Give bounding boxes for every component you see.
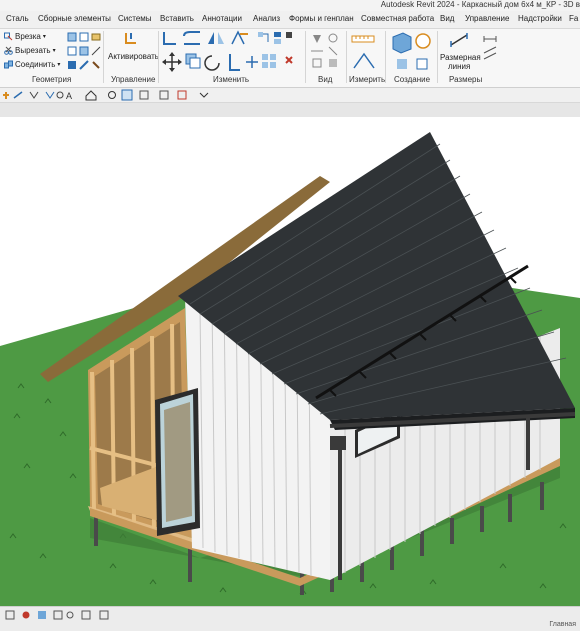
ribbon-tab-bar: Сталь Сборные элементы Системы Вставить …: [0, 11, 580, 29]
dimensions-panel-label: Размеры: [449, 75, 483, 84]
options-bar: [0, 103, 580, 117]
aligned-dimension-button[interactable]: Размерная линия: [439, 31, 481, 71]
tab-view[interactable]: Вид: [440, 14, 454, 23]
create-icon: [392, 32, 431, 70]
aligned-dimension-icon: [450, 33, 468, 47]
cut-out-label: Вырезать: [15, 46, 51, 55]
aligned-dimension-label-1: Размерная: [440, 53, 481, 62]
title-bar: Autodesk Revit 2024 - Каркасный дом 6х4 …: [0, 0, 580, 11]
create-panel-label: Создание: [394, 75, 431, 84]
tab-precast[interactable]: Сборные элементы: [38, 14, 111, 23]
tab-systems[interactable]: Системы: [118, 14, 152, 23]
cut-out-button[interactable]: Вырезать ▾: [4, 46, 56, 55]
cut-label: Врезка: [15, 32, 41, 41]
geometry-panel-label: Геометрия: [32, 75, 72, 84]
ribbon: Врезка ▾ Вырезать ▾ Соединить ▾ Геометрия А…: [0, 29, 580, 88]
join-button[interactable]: Соединить ▾: [4, 60, 60, 69]
join-label: Соединить: [15, 60, 56, 69]
modify-tools: [162, 30, 293, 72]
activate-label: Активировать: [108, 52, 159, 61]
activate-icon: [125, 33, 136, 44]
activate-button[interactable]: Активировать: [106, 31, 159, 71]
geometry-tools-icons: [67, 32, 101, 70]
dimension-tools: [483, 36, 497, 60]
view-icon: [311, 33, 338, 68]
svg-text:A: A: [66, 91, 72, 101]
quick-access-toolbar: A: [0, 88, 580, 103]
tab-manage[interactable]: Управление: [465, 14, 509, 23]
cut-button[interactable]: Врезка ▾: [4, 32, 46, 41]
control-panel-label: Управление: [111, 75, 156, 84]
house-model: [0, 132, 580, 606]
status-label: Главная: [549, 621, 576, 628]
view-panel-label: Вид: [318, 75, 333, 84]
aligned-dimension-label-2: линия: [448, 62, 471, 71]
view-control-icons: [5, 610, 109, 620]
tab-addins[interactable]: Надстройки: [518, 14, 562, 23]
tab-analyze[interactable]: Анализ: [253, 14, 280, 23]
tab-steel[interactable]: Сталь: [6, 14, 29, 23]
cut-icon: [4, 32, 13, 41]
tab-insert[interactable]: Вставить: [160, 14, 194, 23]
move-icon: [162, 52, 182, 72]
measure-icon: [351, 35, 375, 69]
tab-fa[interactable]: Fa: [569, 14, 578, 23]
join-icon: [4, 60, 13, 69]
status-bar: Главная: [0, 606, 580, 631]
measure-panel-label: Измерить: [349, 75, 386, 84]
3d-view-canvas[interactable]: [0, 118, 580, 606]
qat-icons: A: [3, 89, 209, 101]
tab-collaborate[interactable]: Совместная работа: [361, 14, 434, 23]
cut-out-icon: [4, 46, 13, 55]
tab-massing[interactable]: Формы и генплан: [289, 14, 354, 23]
home-icon: [85, 90, 97, 101]
window-title: Autodesk Revit 2024 - Каркасный дом 6х4 …: [380, 0, 580, 9]
tab-annotate[interactable]: Аннотации: [202, 14, 242, 23]
modify-panel-label: Изменить: [213, 75, 250, 84]
